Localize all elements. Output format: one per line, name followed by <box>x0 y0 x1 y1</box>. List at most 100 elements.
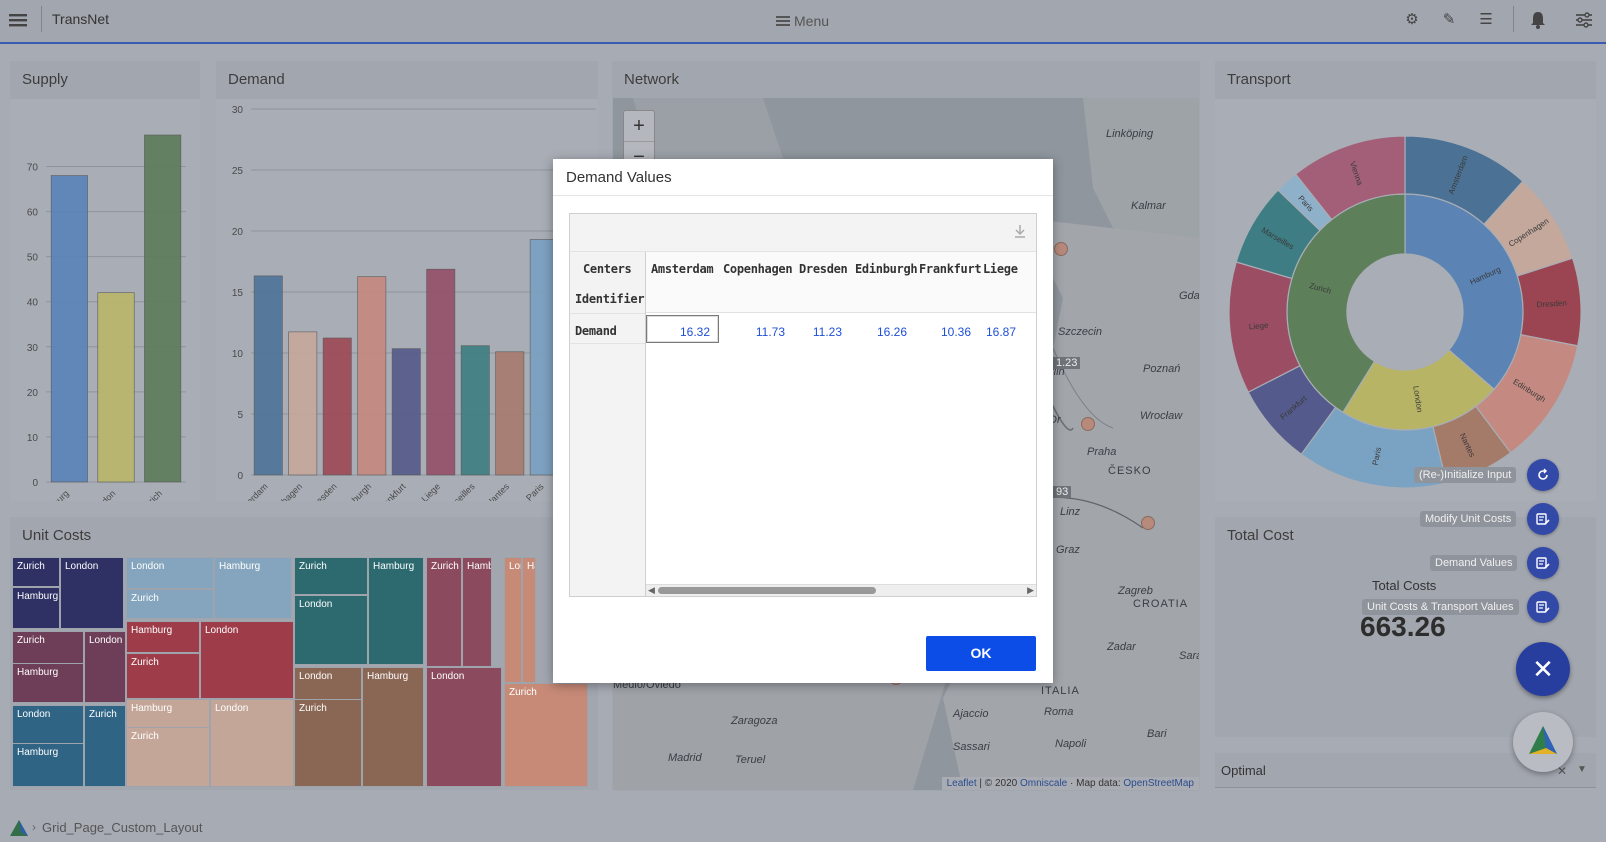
treemap-cell[interactable]: Lon <box>504 557 522 683</box>
chevron-down-icon[interactable]: ▼ <box>1577 764 1587 775</box>
treemap-cell[interactable]: London <box>294 595 368 665</box>
y-tick-label: 20 <box>27 388 39 399</box>
modify-unit-costs-label[interactable]: Modify Unit Costs <box>1420 511 1517 527</box>
x-tick-label: Nantes <box>484 481 512 501</box>
map-label: Bari <box>1147 728 1167 740</box>
menu-button[interactable]: Menu <box>776 13 829 29</box>
treemap-cell[interactable]: Zurich <box>426 557 462 667</box>
map-label: Linköping <box>1106 128 1154 140</box>
treemap-cell[interactable]: Zurich <box>294 699 362 787</box>
app-logo-icon <box>10 820 28 836</box>
grid-cell[interactable]: 11.73 <box>725 325 785 339</box>
total-costs-label: Total Costs <box>1372 578 1437 593</box>
bar <box>253 275 283 476</box>
dialog-title: Demand Values <box>566 169 672 186</box>
treemap-cell[interactable]: Zurich <box>126 589 214 619</box>
column-header[interactable]: Liege <box>983 262 1018 276</box>
grid-cell[interactable]: 16.32 <box>650 325 710 339</box>
treemap-cell[interactable]: Hamburg <box>12 663 84 703</box>
treemap-cell[interactable]: Zurich <box>504 683 588 787</box>
pencil-icon[interactable]: ✎ <box>1439 10 1459 30</box>
treemap-cell[interactable]: London <box>126 557 214 589</box>
treemap-cell[interactable]: Ha <box>522 557 536 683</box>
bar <box>322 337 352 476</box>
divider <box>553 195 1053 196</box>
scroll-right-arrow-icon[interactable]: ▶ <box>1027 585 1034 596</box>
treemap-cell[interactable]: Zurich <box>294 557 368 595</box>
modify-unit-costs-button[interactable] <box>1527 503 1559 535</box>
map-label: Szczecin <box>1058 326 1103 338</box>
treemap-cell[interactable]: Zurich <box>84 705 126 787</box>
bar <box>288 331 318 476</box>
horizontal-scrollbar[interactable]: ◀ ▶ <box>646 584 1036 596</box>
demand-values-label[interactable]: Demand Values <box>1430 555 1518 571</box>
y-tick-label: 25 <box>232 166 244 177</box>
osm-link[interactable]: OpenStreetMap <box>1123 778 1194 789</box>
hamburger-menu-icon[interactable] <box>8 10 28 30</box>
reinitialize-input-button[interactable] <box>1527 459 1559 491</box>
omniscale-link[interactable]: Omniscale <box>1020 778 1067 789</box>
treemap-cell[interactable]: Hamburg <box>126 621 200 653</box>
treemap-cell[interactable]: London <box>200 621 294 699</box>
row-label-demand: Demand <box>575 324 617 338</box>
divider <box>570 313 645 314</box>
list-icon[interactable]: ☰ <box>1476 10 1496 30</box>
y-tick-label: 50 <box>27 253 39 264</box>
download-icon[interactable] <box>1013 224 1027 238</box>
unit-costs-transport-values-label[interactable]: Unit Costs & Transport Values <box>1362 599 1519 615</box>
close-actions-fab[interactable]: ✕ <box>1516 642 1570 696</box>
map-label: Gda <box>1179 290 1199 302</box>
map-label: ITALIA <box>1041 685 1080 697</box>
x-tick-label: Frankfurt <box>375 481 408 501</box>
treemap-cell[interactable]: Hamburg <box>362 667 424 787</box>
reinitialize-input-label[interactable]: (Re-)Initialize Input <box>1414 467 1517 483</box>
column-header[interactable]: Dresden <box>799 262 848 276</box>
sliders-icon[interactable] <box>1574 10 1594 30</box>
app-logo-button[interactable] <box>1513 712 1573 772</box>
map-marker[interactable] <box>1054 242 1068 256</box>
treemap-cell[interactable]: London <box>60 557 124 629</box>
breadcrumb[interactable]: Grid_Page_Custom_Layout <box>42 820 202 835</box>
column-header[interactable]: Amsterdam <box>651 262 714 276</box>
zoom-in-button[interactable]: + <box>624 111 654 142</box>
demand-values-button[interactable] <box>1527 547 1559 579</box>
scroll-left-arrow-icon[interactable]: ◀ <box>648 585 655 596</box>
treemap-cell[interactable]: London <box>84 631 126 703</box>
scrollbar-thumb[interactable] <box>658 587 876 594</box>
treemap-cell[interactable]: Hamburg <box>214 557 292 619</box>
column-header[interactable]: Copenhagen <box>723 262 793 276</box>
grid-cell[interactable]: 16.87 <box>956 325 1016 339</box>
map-label: Wrocław <box>1140 410 1183 422</box>
ok-button[interactable]: OK <box>926 636 1036 671</box>
treemap-cell[interactable]: London <box>426 667 502 787</box>
menu-icon <box>776 16 790 26</box>
panel-body: 0 5 10 15 20 25 30 AmsterdamCopenhagenDresdenEd… <box>216 99 598 530</box>
treemap-cell[interactable]: Hamburg <box>368 557 424 665</box>
y-tick-label: 30 <box>27 343 39 354</box>
gear-icon[interactable]: ⚙ <box>1402 10 1422 30</box>
treemap-cell[interactable]: Hambur <box>462 557 492 667</box>
treemap-cell[interactable]: London <box>210 699 294 787</box>
bar <box>144 134 182 483</box>
bar <box>495 351 525 476</box>
column-header[interactable]: Edinburgh <box>855 262 918 276</box>
demand-values-dialog: Demand Values Centers Identifier Demand … <box>553 159 1053 683</box>
grid-cell[interactable]: 16.26 <box>847 325 907 339</box>
treemap-cell[interactable]: Zurich <box>126 727 210 787</box>
treemap-cell[interactable]: Zurich <box>126 653 200 699</box>
map-label: CROATIA <box>1133 598 1189 610</box>
map-marker[interactable] <box>1081 417 1095 431</box>
treemap-cell[interactable]: Hamburg <box>12 743 84 787</box>
map-label: Praha <box>1087 446 1117 458</box>
bell-icon[interactable] <box>1528 10 1548 30</box>
transport-sunburst-chart: HamburgLondonZurichAmsterdamCopenhagenDr… <box>1228 135 1582 489</box>
chevron-right-icon: › <box>32 820 36 834</box>
map-marker[interactable] <box>1141 516 1155 530</box>
y-tick-label: 40 <box>27 298 39 309</box>
column-header[interactable]: Frankfurt <box>919 262 982 276</box>
treemap-cell[interactable]: Zurich <box>12 557 60 587</box>
grid-cell[interactable]: 11.23 <box>782 325 842 339</box>
unit-costs-transport-values-button[interactable] <box>1527 591 1559 623</box>
treemap-cell[interactable]: Hamburg <box>12 587 60 629</box>
leaflet-link[interactable]: Leaflet <box>947 778 977 789</box>
